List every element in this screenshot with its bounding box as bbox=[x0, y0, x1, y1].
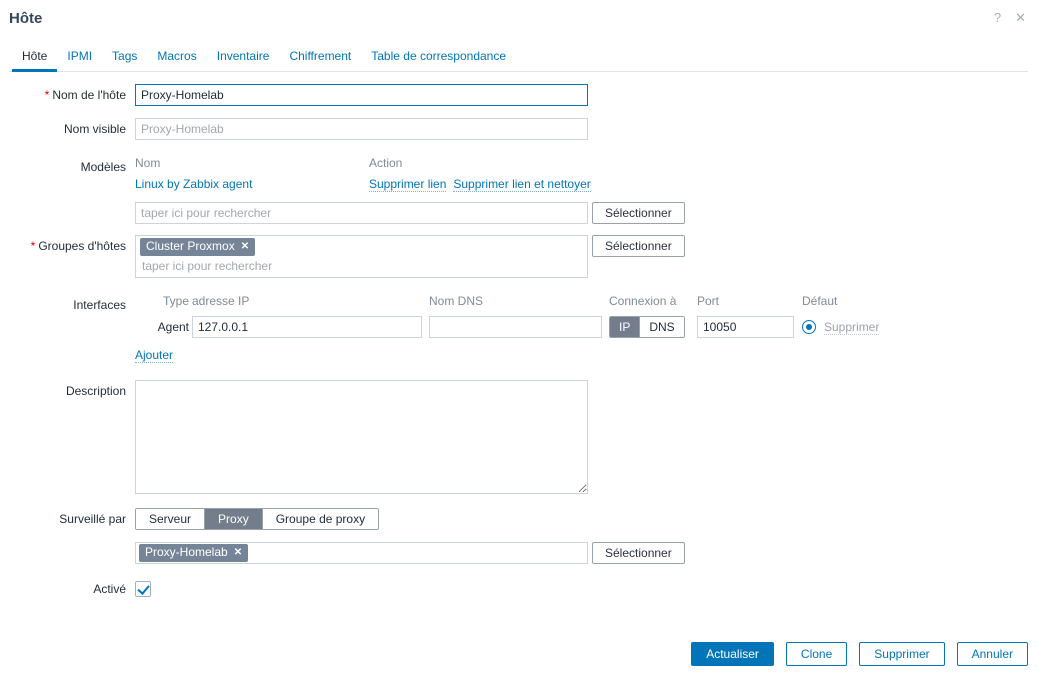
selected-chip: Proxy-Homelab ✕ bbox=[139, 544, 248, 562]
host-groups-select-button[interactable]: Sélectionner bbox=[592, 235, 685, 257]
delete-button[interactable]: Supprimer bbox=[859, 642, 944, 666]
update-button[interactable]: Actualiser bbox=[691, 642, 774, 666]
visible-name-label: Nom visible bbox=[9, 118, 126, 140]
host-groups-search-placeholder: taper ici pour rechercher bbox=[140, 256, 583, 274]
templates-col-action: Action bbox=[369, 156, 402, 170]
add-interface-link[interactable]: Ajouter bbox=[135, 348, 173, 363]
template-select-button[interactable]: Sélectionner bbox=[592, 202, 685, 224]
remove-interface-link: Supprimer bbox=[824, 320, 879, 335]
row-interfaces: Interfaces Type adresse IP Nom DNS Conne… bbox=[9, 294, 1028, 362]
col-default: Défaut bbox=[802, 294, 1028, 308]
host-name-input[interactable] bbox=[135, 84, 588, 106]
cancel-button[interactable]: Annuler bbox=[957, 642, 1028, 666]
host-form: *Nom de l'hôte Nom visible Modèles Nom A… bbox=[9, 72, 1028, 600]
remove-chip-icon[interactable]: ✕ bbox=[241, 239, 249, 254]
chip-label: Cluster Proxmox bbox=[146, 239, 235, 254]
row-monitored-by: Surveillé par Serveur Proxy Groupe de pr… bbox=[9, 508, 1028, 530]
col-port: Port bbox=[697, 294, 802, 308]
chip-label: Proxy-Homelab bbox=[145, 545, 228, 560]
interfaces-label: Interfaces bbox=[9, 294, 126, 362]
visible-name-input[interactable] bbox=[135, 118, 588, 140]
help-icon[interactable]: ? bbox=[994, 11, 1001, 24]
host-groups-multiselect[interactable]: Cluster Proxmox ✕ taper ici pour recherc… bbox=[135, 235, 588, 278]
enabled-checkbox[interactable] bbox=[135, 581, 151, 597]
tab-table-correspondance[interactable]: Table de correspondance bbox=[361, 44, 516, 72]
header-icons: ? ✕ bbox=[994, 10, 1026, 24]
tab-inventaire[interactable]: Inventaire bbox=[207, 44, 280, 72]
templates-col-name: Nom bbox=[135, 156, 369, 170]
enabled-label: Activé bbox=[9, 579, 126, 600]
dialog-footer: Actualiser Clone Supprimer Annuler bbox=[691, 642, 1028, 666]
templates-table-header: Nom Action bbox=[135, 156, 685, 170]
row-templates: Modèles Nom Action Linux by Zabbix agent… bbox=[9, 156, 1028, 224]
monitored-by-proxy-group-option[interactable]: Groupe de proxy bbox=[263, 509, 378, 529]
col-type: Type bbox=[135, 294, 192, 308]
selected-chip: Cluster Proxmox ✕ bbox=[140, 238, 255, 256]
row-enabled: Activé bbox=[9, 579, 1028, 600]
default-interface-radio[interactable] bbox=[802, 320, 816, 334]
tab-bar: Hôte IPMI Tags Macros Inventaire Chiffre… bbox=[9, 44, 1028, 72]
host-name-label: *Nom de l'hôte bbox=[9, 84, 126, 106]
connect-to-toggle: IP DNS bbox=[609, 316, 685, 338]
col-ip: adresse IP bbox=[192, 294, 429, 308]
template-link[interactable]: Linux by Zabbix agent bbox=[135, 177, 252, 191]
monitored-by-serveur-option[interactable]: Serveur bbox=[136, 509, 205, 529]
description-textarea[interactable] bbox=[135, 380, 588, 494]
row-visible-name: Nom visible bbox=[9, 118, 1028, 140]
interface-port-input[interactable] bbox=[697, 316, 794, 338]
template-row: Linux by Zabbix agent Supprimer lien Sup… bbox=[135, 177, 685, 192]
col-dns: Nom DNS bbox=[429, 294, 609, 308]
monitored-by-proxy-option[interactable]: Proxy bbox=[205, 509, 263, 529]
templates-label: Modèles bbox=[9, 156, 126, 224]
proxy-multiselect[interactable]: Proxy-Homelab ✕ bbox=[135, 542, 588, 564]
col-connect: Connexion à bbox=[609, 294, 697, 308]
unlink-clear-template-link[interactable]: Supprimer lien et nettoyer bbox=[453, 177, 590, 192]
interface-ip-input[interactable] bbox=[192, 316, 422, 338]
proxy-select-button[interactable]: Sélectionner bbox=[592, 542, 685, 564]
host-config-dialog: Hôte ? ✕ Hôte IPMI Tags Macros Inventair… bbox=[0, 0, 1037, 676]
connect-ip-option[interactable]: IP bbox=[610, 317, 640, 337]
clone-button[interactable]: Clone bbox=[786, 642, 847, 666]
dialog-header: Hôte ? ✕ bbox=[9, 0, 1028, 27]
row-host-name: *Nom de l'hôte bbox=[9, 84, 1028, 106]
interface-type: Agent bbox=[135, 320, 192, 334]
required-asterisk: * bbox=[45, 88, 50, 102]
row-host-groups: *Groupes d'hôtes Cluster Proxmox ✕ taper… bbox=[9, 235, 1028, 278]
row-description: Description bbox=[9, 380, 1028, 497]
tab-hote[interactable]: Hôte bbox=[12, 44, 57, 72]
interface-dns-input[interactable] bbox=[429, 316, 602, 338]
interfaces-table-header: Type adresse IP Nom DNS Connexion à Port… bbox=[135, 294, 1028, 308]
template-search-input[interactable] bbox=[135, 202, 588, 224]
interface-row-agent: Agent IP DNS bbox=[135, 316, 1028, 338]
description-label: Description bbox=[9, 380, 126, 497]
host-groups-label: *Groupes d'hôtes bbox=[9, 235, 126, 278]
connect-dns-option[interactable]: DNS bbox=[640, 317, 683, 337]
tab-macros[interactable]: Macros bbox=[147, 44, 206, 72]
tab-tags[interactable]: Tags bbox=[102, 44, 147, 72]
close-icon[interactable]: ✕ bbox=[1015, 11, 1026, 24]
tab-chiffrement[interactable]: Chiffrement bbox=[279, 44, 361, 72]
required-asterisk: * bbox=[31, 239, 36, 253]
remove-chip-icon[interactable]: ✕ bbox=[234, 545, 242, 560]
monitored-by-segmented-control: Serveur Proxy Groupe de proxy bbox=[135, 508, 379, 530]
tab-ipmi[interactable]: IPMI bbox=[57, 44, 102, 72]
monitored-by-label: Surveillé par bbox=[9, 508, 126, 530]
dialog-title: Hôte bbox=[9, 10, 42, 27]
unlink-template-link[interactable]: Supprimer lien bbox=[369, 177, 446, 192]
row-proxy-select: Proxy-Homelab ✕ Sélectionner bbox=[9, 542, 1028, 564]
